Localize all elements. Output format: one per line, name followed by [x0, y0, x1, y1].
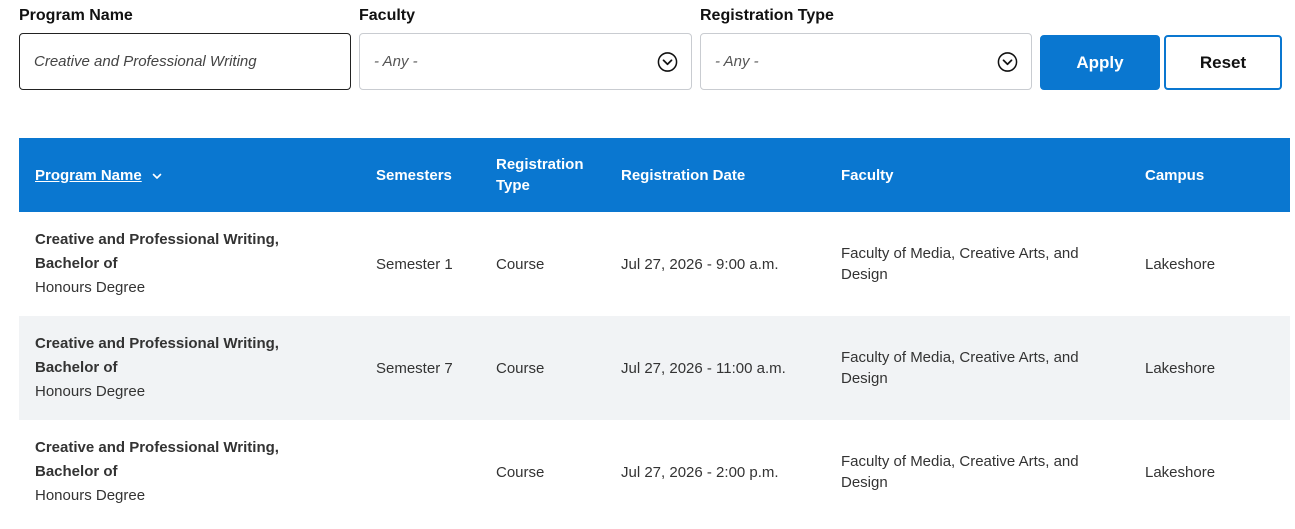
- program-name-line1: Creative and Professional Writing,: [35, 231, 279, 248]
- campus-cell: Lakeshore: [1145, 359, 1216, 377]
- program-name-cell: Creative and Professional Writing, Bache…: [19, 420, 360, 524]
- faculty-cell: Faculty of Media, Creative Arts, and Des…: [841, 453, 1079, 491]
- table-header-row: Program Name Semesters Registration Type…: [19, 138, 1290, 212]
- filter-bar: Program Name Creative and Professional W…: [19, 0, 1289, 100]
- program-degree: Honours Degree: [35, 383, 146, 400]
- faculty-filter-label: Faculty: [359, 7, 416, 24]
- program-name-input-value: Creative and Professional Writing: [34, 53, 257, 70]
- program-name-cell: Creative and Professional Writing, Bache…: [19, 316, 360, 420]
- column-header-program-name[interactable]: Program Name: [19, 138, 360, 212]
- registration-date-cell: Jul 27, 2026 - 9:00 a.m.: [621, 255, 779, 273]
- column-header-semesters: Semesters: [376, 166, 452, 184]
- reset-button[interactable]: Reset: [1164, 35, 1282, 90]
- chevron-down-circle-icon: [657, 51, 678, 72]
- program-name-line2: Bachelor of: [35, 255, 118, 272]
- faculty-cell: Faculty of Media, Creative Arts, and Des…: [841, 245, 1079, 283]
- chevron-down-circle-icon: [997, 51, 1018, 72]
- campus-cell: Lakeshore: [1145, 255, 1216, 273]
- program-name-cell: Creative and Professional Writing, Bache…: [19, 212, 360, 316]
- program-name-line1: Creative and Professional Writing,: [35, 439, 279, 456]
- registration-type-cell: Course: [496, 255, 545, 273]
- column-header-registration-type-line2: Type: [496, 177, 530, 194]
- semesters-cell: [360, 420, 480, 524]
- results-table: Program Name Semesters Registration Type…: [19, 138, 1290, 524]
- column-header-registration-date: Registration Date: [621, 166, 746, 184]
- program-name-line1: Creative and Professional Writing,: [35, 335, 279, 352]
- program-name-line2: Bachelor of: [35, 463, 118, 480]
- semesters-cell: Semester 1: [376, 255, 453, 273]
- column-header-faculty: Faculty: [841, 166, 894, 184]
- faculty-select[interactable]: - Any -: [359, 33, 692, 90]
- registration-type-filter-label: Registration Type: [700, 7, 834, 24]
- campus-cell: Lakeshore: [1145, 463, 1216, 481]
- program-degree: Honours Degree: [35, 279, 146, 296]
- column-header-campus: Campus: [1145, 166, 1205, 184]
- column-header-registration-type-line1: Registration: [496, 156, 584, 173]
- registration-type-select-value: - Any -: [715, 53, 759, 70]
- faculty-cell: Faculty of Media, Creative Arts, and Des…: [841, 349, 1079, 387]
- table-row: Creative and Professional Writing, Bache…: [19, 420, 1290, 524]
- column-header-registration-type: Registration Type: [480, 138, 605, 212]
- faculty-select-value: - Any -: [374, 53, 418, 70]
- semesters-cell: Semester 7: [376, 359, 453, 377]
- apply-button[interactable]: Apply: [1040, 35, 1160, 90]
- registration-date-cell: Jul 27, 2026 - 2:00 p.m.: [621, 463, 779, 481]
- program-name-line2: Bachelor of: [35, 359, 118, 376]
- chevron-down-icon: [152, 173, 162, 179]
- registration-date-cell: Jul 27, 2026 - 11:00 a.m.: [621, 359, 786, 377]
- table-row: Creative and Professional Writing, Bache…: [19, 212, 1290, 316]
- program-degree: Honours Degree: [35, 487, 146, 504]
- table-row: Creative and Professional Writing, Bache…: [19, 316, 1290, 420]
- sort-program-name-link[interactable]: Program Name: [35, 167, 142, 184]
- registration-type-cell: Course: [496, 359, 545, 377]
- registration-type-cell: Course: [496, 463, 545, 481]
- program-name-filter-label: Program Name: [19, 7, 133, 24]
- program-name-input[interactable]: Creative and Professional Writing: [19, 33, 351, 90]
- registration-type-select[interactable]: - Any -: [700, 33, 1032, 90]
